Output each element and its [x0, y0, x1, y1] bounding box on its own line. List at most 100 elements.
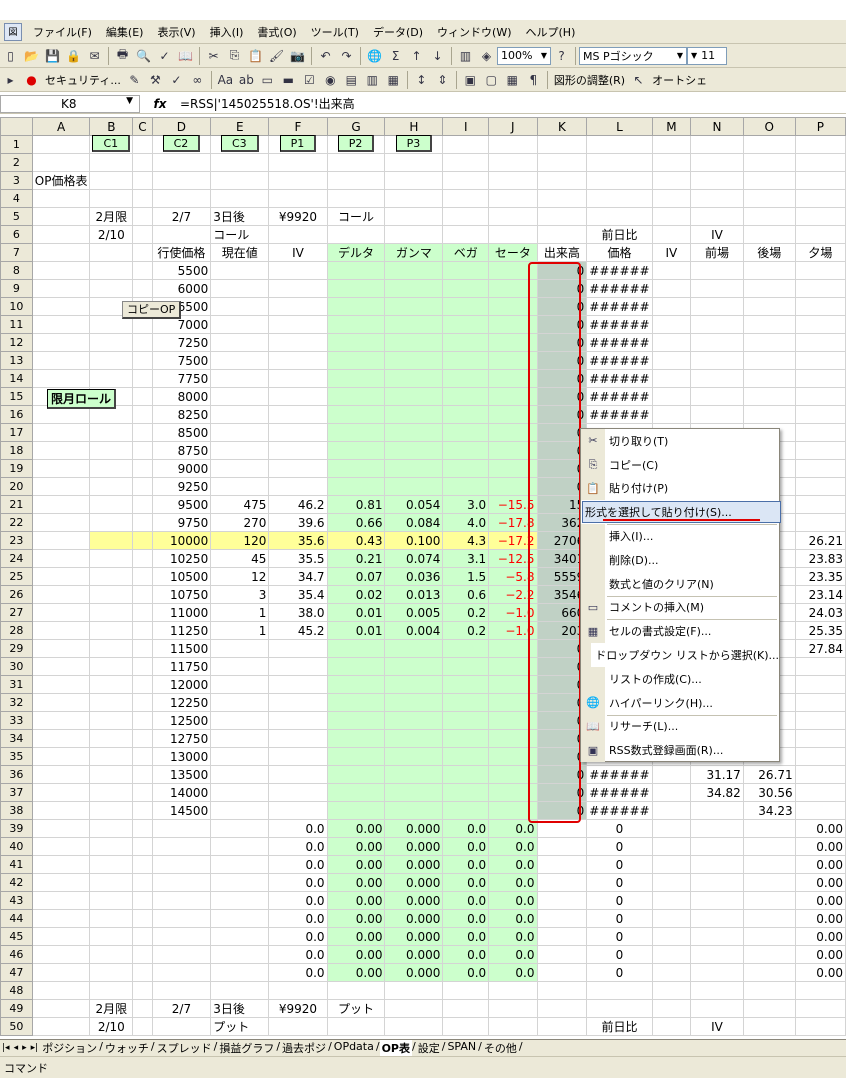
cell-K1[interactable]: [536, 135, 588, 154]
cell-E21[interactable]: 475: [210, 495, 270, 514]
cell-A24[interactable]: [31, 549, 91, 568]
open-folder-icon[interactable]: 📂: [22, 47, 41, 65]
cell-N1[interactable]: [690, 135, 744, 154]
cell-G30[interactable]: [326, 657, 386, 676]
cell-P34[interactable]: [794, 729, 846, 748]
cell-G6[interactable]: [326, 225, 386, 244]
cell-O12[interactable]: [742, 333, 796, 352]
cell-P32[interactable]: [794, 693, 846, 712]
cell-P29[interactable]: 27.84: [794, 639, 846, 658]
cell-A45[interactable]: [31, 927, 91, 946]
name-box[interactable]: K8 ▼: [0, 94, 140, 113]
cell-E36[interactable]: [210, 765, 270, 784]
cell-O14[interactable]: [742, 369, 796, 388]
cell-O9[interactable]: [742, 279, 796, 298]
cell-J20[interactable]: [488, 477, 538, 496]
row-header[interactable]: 4: [0, 189, 33, 208]
cell-E12[interactable]: [210, 333, 270, 352]
cell-G38[interactable]: [326, 801, 386, 820]
row-header[interactable]: 44: [0, 909, 33, 928]
cell-A49[interactable]: [31, 999, 91, 1018]
cell-G12[interactable]: [326, 333, 386, 352]
row-header[interactable]: 38: [0, 801, 33, 820]
cell-F20[interactable]: [268, 477, 328, 496]
cell-M5[interactable]: [651, 207, 692, 226]
cell-L39[interactable]: 0: [586, 819, 653, 838]
cell-F23[interactable]: 35.6: [268, 531, 328, 550]
cell-F22[interactable]: 39.6: [268, 513, 328, 532]
cell-P26[interactable]: 23.14: [794, 585, 846, 604]
cell-M41[interactable]: [651, 855, 692, 874]
cell-H18[interactable]: [384, 441, 444, 460]
control-properties-icon[interactable]: ▣: [461, 71, 480, 89]
row-header[interactable]: 22: [0, 513, 33, 532]
cell-L14[interactable]: ######: [586, 369, 653, 388]
cell-C6[interactable]: [132, 225, 153, 244]
cell-O10[interactable]: [742, 297, 796, 316]
cell-H8[interactable]: [384, 261, 444, 280]
cell-G45[interactable]: 0.00: [326, 927, 386, 946]
cell-G36[interactable]: [326, 765, 386, 784]
cell-N11[interactable]: [690, 315, 744, 334]
cell-H34[interactable]: [384, 729, 444, 748]
cell-J34[interactable]: [488, 729, 538, 748]
cell-A2[interactable]: [31, 153, 91, 172]
cell-J47[interactable]: 0.0: [488, 963, 538, 982]
cell-B47[interactable]: [89, 963, 134, 982]
row-header[interactable]: 32: [0, 693, 33, 712]
cell-D37[interactable]: 14000: [151, 783, 212, 802]
cell-G15[interactable]: [326, 387, 386, 406]
context-menu-item-6[interactable]: 数式と値のクリア(N): [581, 571, 779, 596]
cell-D5[interactable]: 2/7: [151, 207, 212, 226]
hyperlink-icon[interactable]: 🌐: [365, 47, 384, 65]
cell-L38[interactable]: ######: [586, 801, 653, 820]
cell-A11[interactable]: [31, 315, 91, 334]
sheet-tab[interactable]: SPAN: [445, 1040, 478, 1056]
cell-B4[interactable]: [89, 189, 134, 208]
cell-B12[interactable]: [89, 333, 134, 352]
cell-B40[interactable]: [89, 837, 134, 856]
cell-I19[interactable]: [442, 459, 490, 478]
cell-I46[interactable]: 0.0: [442, 945, 490, 964]
cell-O5[interactable]: [742, 207, 796, 226]
cell-N49[interactable]: [690, 999, 744, 1018]
cell-I32[interactable]: [442, 693, 490, 712]
cell-G9[interactable]: [326, 279, 386, 298]
cell-B17[interactable]: [89, 423, 134, 442]
cell-N38[interactable]: [690, 801, 744, 820]
cell-J7[interactable]: セータ: [488, 243, 538, 262]
cell-N39[interactable]: [690, 819, 744, 838]
cell-I34[interactable]: [442, 729, 490, 748]
cell-N14[interactable]: [690, 369, 744, 388]
cell-F6[interactable]: [268, 225, 328, 244]
cell-O11[interactable]: [742, 315, 796, 334]
cell-E34[interactable]: [210, 729, 270, 748]
cell-C27[interactable]: [132, 603, 153, 622]
cell-D24[interactable]: 10250: [151, 549, 212, 568]
cell-P40[interactable]: 0.00: [794, 837, 846, 856]
cell-B33[interactable]: [89, 711, 134, 730]
cell-D23[interactable]: 10000: [151, 531, 212, 550]
paste-icon[interactable]: 📋: [246, 47, 265, 65]
cell-D20[interactable]: 9250: [151, 477, 212, 496]
cell-H10[interactable]: [384, 297, 444, 316]
cell-E47[interactable]: [210, 963, 270, 982]
cell-K8[interactable]: 0: [536, 261, 588, 280]
cell-G39[interactable]: 0.00: [326, 819, 386, 838]
cell-C36[interactable]: [132, 765, 153, 784]
shape-adjust-button[interactable]: 図形の調整(R): [551, 72, 628, 88]
cell-I6[interactable]: [442, 225, 490, 244]
cell-F1[interactable]: P1: [268, 135, 328, 154]
cell-M7[interactable]: IV: [651, 243, 692, 262]
cell-J50[interactable]: [488, 1017, 538, 1036]
cell-G5[interactable]: コール: [326, 207, 386, 226]
cell-H22[interactable]: 0.084: [384, 513, 444, 532]
cell-B7[interactable]: [89, 243, 134, 262]
cell-I35[interactable]: [442, 747, 490, 766]
cell-J19[interactable]: [488, 459, 538, 478]
cell-B31[interactable]: [89, 675, 134, 694]
cell-D34[interactable]: 12750: [151, 729, 212, 748]
cell-C31[interactable]: [132, 675, 153, 694]
cell-H47[interactable]: 0.000: [384, 963, 444, 982]
cell-G23[interactable]: 0.43: [326, 531, 386, 550]
